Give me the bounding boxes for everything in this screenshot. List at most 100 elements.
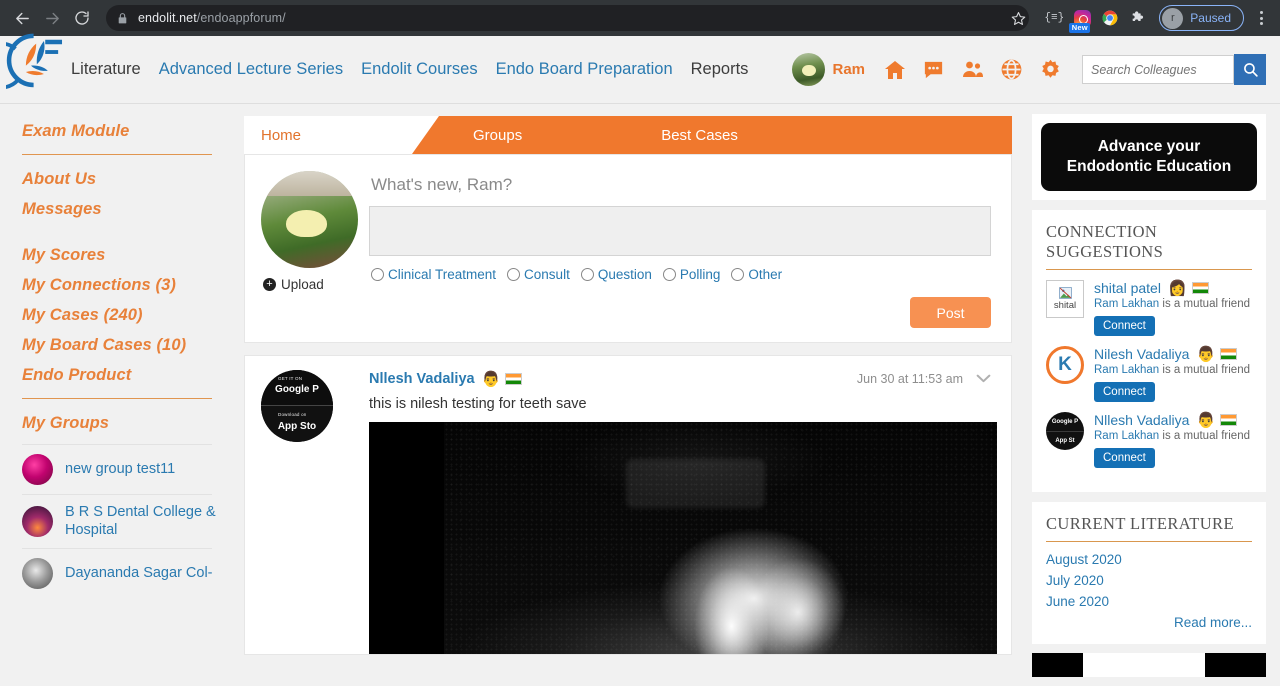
post-author-link[interactable]: Nllesh Vadaliya xyxy=(369,371,475,387)
suggestion-name-link[interactable]: Nllesh Vadaliya xyxy=(1094,412,1189,428)
main-navigation: Literature Advanced Lecture Series Endol… xyxy=(0,60,757,79)
chrome-extension-button[interactable] xyxy=(1097,5,1123,31)
radio-other[interactable]: Other xyxy=(731,267,782,282)
image-placeholder-icon xyxy=(1058,287,1072,300)
radio-label: Clinical Treatment xyxy=(388,267,497,282)
address-bar[interactable]: endolit.net/endoappforum/ xyxy=(106,5,1030,31)
new-badge: New xyxy=(1069,22,1091,33)
suggestion-item: Google P App St Nllesh Vadaliya 👨 Ram La… xyxy=(1046,412,1252,469)
post-textarea[interactable] xyxy=(369,206,991,256)
sidebar-item-messages[interactable]: Messages xyxy=(22,200,240,219)
extensions-button[interactable] xyxy=(1125,5,1151,31)
radio-icon xyxy=(580,268,594,281)
profile-chip[interactable]: r Paused xyxy=(1159,5,1244,31)
mutual-friend-name: Ram Lakhan xyxy=(1094,298,1160,311)
sidebar-item-my-board-cases[interactable]: My Board Cases (10) xyxy=(22,336,240,355)
nav-item-reports[interactable]: Reports xyxy=(682,60,758,79)
member-badge-icon: 👩 xyxy=(1167,279,1187,297)
forward-arrow-icon xyxy=(45,12,59,24)
sidebar-group-item[interactable]: Dayananda Sagar Col- xyxy=(22,558,240,590)
plus-icon: + xyxy=(263,278,276,291)
sidebar-item-my-scores[interactable]: My Scores xyxy=(22,246,240,265)
suggestion-name-link[interactable]: shital patel xyxy=(1094,280,1161,296)
back-button[interactable] xyxy=(8,4,36,32)
literature-link-july[interactable]: July 2020 xyxy=(1046,573,1252,588)
globe-icon[interactable] xyxy=(995,53,1028,86)
home-icon[interactable] xyxy=(878,53,911,86)
radio-question[interactable]: Question xyxy=(580,267,652,282)
mutual-friend-name: Ram Lakhan xyxy=(1094,430,1160,443)
post-media-radiograph[interactable] xyxy=(369,422,997,654)
puzzle-extensions-icon xyxy=(1132,11,1144,21)
literature-link-august[interactable]: August 2020 xyxy=(1046,552,1252,567)
radio-label: Consult xyxy=(524,267,570,282)
post-button[interactable]: Post xyxy=(910,297,991,328)
nav-item-endo-board-preparation[interactable]: Endo Board Preparation xyxy=(487,60,682,79)
group-name: new group test11 xyxy=(65,460,176,477)
header-username[interactable]: Ram xyxy=(832,61,865,78)
connect-button[interactable]: Connect xyxy=(1094,382,1155,403)
reload-button[interactable] xyxy=(68,4,96,32)
nav-item-endolit-courses[interactable]: Endolit Courses xyxy=(352,60,486,79)
suggestion-avatar: K xyxy=(1046,346,1084,385)
broken-image-icon: shital xyxy=(1046,280,1084,319)
radio-clinical-treatment[interactable]: Clinical Treatment xyxy=(371,267,496,282)
reader-extension-button[interactable]: {≡} xyxy=(1041,5,1067,31)
sidebar-item-endo-product[interactable]: Endo Product xyxy=(22,366,240,385)
bookmark-button[interactable] xyxy=(1005,5,1031,31)
gear-icon[interactable] xyxy=(1034,53,1067,86)
search-area xyxy=(1082,54,1266,85)
back-arrow-icon xyxy=(15,12,29,24)
chevron-down-icon xyxy=(976,374,991,383)
advertisement-card[interactable]: Advance your Endodontic Education xyxy=(1032,114,1266,201)
avatar[interactable] xyxy=(792,53,826,86)
connect-button[interactable]: Connect xyxy=(1094,316,1155,337)
suggestion-name-link[interactable]: Nilesh Vadaliya xyxy=(1094,346,1189,362)
radio-polling[interactable]: Polling xyxy=(662,267,721,282)
sidebar-group-item[interactable]: B R S Dental College & Hospital xyxy=(22,504,240,539)
bottom-banner[interactable] xyxy=(1032,653,1266,678)
ad-line-2: Endodontic Education xyxy=(1066,158,1232,176)
member-badge-icon: 👨 xyxy=(481,370,501,388)
connection-suggestions-panel: CONNECTION SUGGESTIONS shital shital pat… xyxy=(1032,210,1266,493)
search-input[interactable] xyxy=(1082,55,1234,84)
post-options-button[interactable] xyxy=(976,370,991,388)
avatar[interactable] xyxy=(261,171,358,268)
post-content: Nllesh Vadaliya 👨 Jun 30 at 11:53 am thi… xyxy=(369,370,997,654)
search-button[interactable] xyxy=(1234,54,1266,85)
browser-menu-button[interactable] xyxy=(1250,11,1272,25)
sidebar-item-about-us[interactable]: About Us xyxy=(22,170,240,189)
tab-home[interactable]: Home xyxy=(244,116,439,154)
suggestion-avatar: shital xyxy=(1046,280,1084,319)
broken-image-alt: shital xyxy=(1053,300,1077,312)
nav-item-advanced-lecture-series[interactable]: Advanced Lecture Series xyxy=(150,60,352,79)
banner-block-left xyxy=(1032,653,1084,678)
instagram-extension-button[interactable]: New xyxy=(1069,5,1095,33)
connect-button[interactable]: Connect xyxy=(1094,448,1155,469)
sidebar-group-item[interactable]: new group test11 xyxy=(22,454,240,485)
suggestion-body: Nilesh Vadaliya 👨 Ram Lakhan is a mutual… xyxy=(1094,346,1252,403)
sidebar-my-groups-title[interactable]: My Groups xyxy=(22,414,240,433)
sidebar-divider-1 xyxy=(22,154,212,155)
india-flag-icon xyxy=(1220,414,1238,427)
sidebar-item-my-connections[interactable]: My Connections (3) xyxy=(22,276,240,295)
chat-icon[interactable] xyxy=(917,53,950,86)
avatar[interactable]: GET IT ON Google P Download on App Sto xyxy=(261,370,333,442)
mutual-friend-text: Ram Lakhan is a mutual friend xyxy=(1094,430,1252,442)
radio-consult[interactable]: Consult xyxy=(507,267,570,282)
profile-status-label: Paused xyxy=(1190,11,1231,25)
composer-fields: What's new, Ram? Clinical Treatment Cons… xyxy=(369,171,991,328)
sidebar-item-my-cases[interactable]: My Cases (240) xyxy=(22,306,240,325)
literature-link-june[interactable]: June 2020 xyxy=(1046,594,1252,609)
forward-button[interactable] xyxy=(38,4,66,32)
mutual-friend-name: Ram Lakhan xyxy=(1094,364,1160,377)
store-badges-icon: Google P App St xyxy=(1046,412,1084,451)
group-avatar-icon xyxy=(22,454,53,485)
upload-button[interactable]: + Upload xyxy=(261,277,369,292)
read-more-link[interactable]: Read more... xyxy=(1046,615,1252,630)
tab-best-cases[interactable]: Best Cases xyxy=(522,116,738,154)
sidebar-item-exam-module[interactable]: Exam Module xyxy=(22,122,240,141)
left-sidebar: Exam Module About Us Messages My Scores … xyxy=(0,104,240,685)
friends-icon[interactable] xyxy=(956,53,989,86)
radio-label: Polling xyxy=(679,267,721,282)
